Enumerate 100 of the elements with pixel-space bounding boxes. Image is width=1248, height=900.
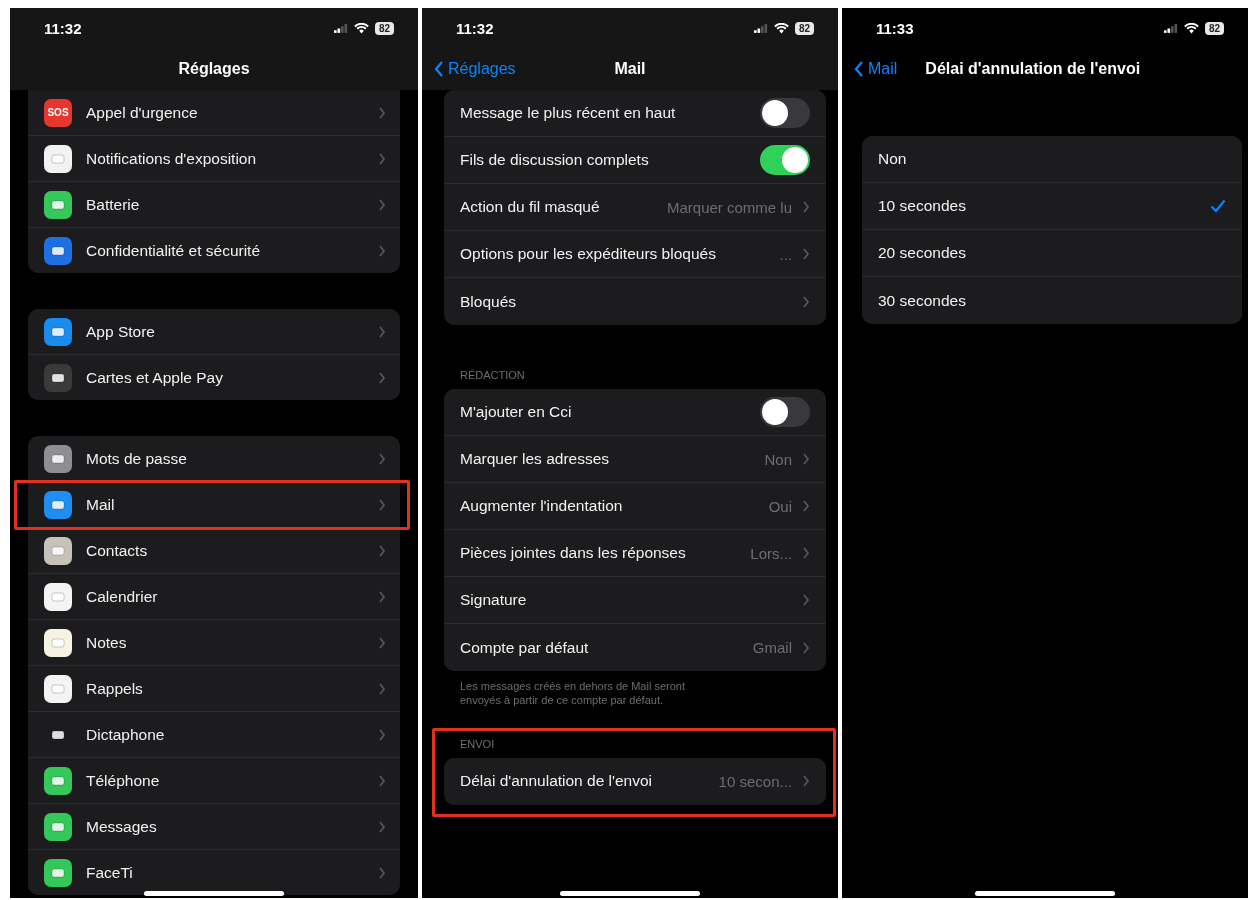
back-chevron-icon bbox=[854, 61, 864, 77]
row-label: Augmenter l'indentation bbox=[460, 497, 624, 515]
row-label: FaceTi bbox=[86, 863, 133, 882]
screen-title: Mail bbox=[614, 60, 646, 78]
signal-icon bbox=[333, 23, 348, 33]
option-label: 10 secondes bbox=[878, 197, 967, 215]
row-label: Messages bbox=[86, 817, 157, 836]
settings-row[interactable]: FaceTi bbox=[28, 850, 400, 895]
settings-row[interactable]: Mots de passe bbox=[28, 436, 400, 481]
settings-row[interactable]: Marquer les adresses Non bbox=[444, 436, 826, 483]
screen-title: Délai d'annulation de l'envoi bbox=[925, 60, 1141, 78]
option-row[interactable]: 30 secondes bbox=[862, 277, 1242, 324]
chevron-icon bbox=[378, 498, 386, 511]
row-value: Marquer comme lu bbox=[666, 198, 792, 216]
settings-row[interactable]: Confidentialité et sécurité bbox=[28, 228, 400, 273]
settings-row[interactable]: Signature bbox=[444, 577, 826, 624]
chevron-icon bbox=[378, 452, 386, 465]
settings-row[interactable]: Compte par défaut Gmail bbox=[444, 624, 826, 671]
option-row[interactable]: 20 secondes bbox=[862, 230, 1242, 277]
chevron-icon bbox=[378, 544, 386, 557]
option-row[interactable]: 10 secondes bbox=[862, 183, 1242, 230]
settings-row[interactable]: App Store bbox=[28, 309, 400, 354]
screen-title: Réglages bbox=[178, 60, 250, 78]
row-label: Cartes et Apple Pay bbox=[86, 368, 223, 387]
settings-row[interactable]: Messages bbox=[28, 804, 400, 849]
settings-row[interactable]: Mail bbox=[28, 482, 400, 527]
row-label: Bloqués bbox=[460, 292, 517, 311]
back-chevron-icon bbox=[434, 61, 444, 77]
row-label: Pièces jointes dans les réponses bbox=[460, 544, 687, 562]
back-button[interactable]: Réglages bbox=[432, 58, 518, 80]
settings-row[interactable]: Calendrier bbox=[28, 574, 400, 619]
status-time: 11:32 bbox=[44, 19, 82, 37]
settings-row[interactable]: Rappels bbox=[28, 666, 400, 711]
back-label: Réglages bbox=[448, 60, 516, 78]
toggle-switch[interactable] bbox=[760, 145, 810, 175]
settings-row[interactable]: SOS Appel d'urgence bbox=[28, 90, 400, 135]
signal-icon bbox=[753, 23, 768, 33]
option-row[interactable]: Non bbox=[862, 136, 1242, 183]
toggle-switch[interactable] bbox=[760, 98, 810, 128]
status-time: 11:32 bbox=[456, 19, 494, 37]
chevron-icon bbox=[378, 106, 386, 119]
settings-row[interactable]: Augmenter l'indentation Oui bbox=[444, 483, 826, 530]
option-label: Non bbox=[878, 150, 908, 168]
settings-row[interactable]: Délai d'annulation de l'envoi 10 secon... bbox=[444, 757, 826, 805]
chevron-icon bbox=[378, 866, 386, 879]
settings-row[interactable]: Action du fil masqué Marquer comme lu bbox=[444, 184, 826, 231]
app-icon: SOS bbox=[44, 98, 72, 127]
row-label: M'ajouter en Cci bbox=[460, 403, 573, 421]
row-value: Gmail bbox=[752, 639, 792, 656]
wifi-icon bbox=[773, 22, 789, 34]
row-label: Rappels bbox=[86, 679, 143, 698]
settings-row[interactable]: Cartes et Apple Pay bbox=[28, 355, 400, 400]
settings-row[interactable]: Téléphone bbox=[28, 758, 400, 803]
settings-row[interactable]: Pièces jointes dans les réponses Lors... bbox=[444, 530, 826, 577]
row-label: App Store bbox=[86, 322, 155, 341]
row-value: ... bbox=[779, 245, 792, 263]
toggle-switch[interactable] bbox=[760, 397, 810, 427]
section-footer: Les messages créés en dehors de Mail seront envoyés à partir de ce compte par défaut. bbox=[444, 671, 826, 708]
battery-indicator: 82 bbox=[1204, 21, 1224, 35]
settings-row[interactable]: Message le plus récent en haut bbox=[444, 90, 826, 137]
chevron-icon bbox=[802, 500, 810, 512]
settings-row[interactable]: Notifications d'exposition bbox=[28, 136, 400, 181]
back-button[interactable]: Mail bbox=[852, 58, 900, 80]
row-label: Appel d'urgence bbox=[86, 103, 198, 122]
chevron-icon bbox=[378, 198, 386, 211]
settings-row[interactable]: Batterie bbox=[28, 182, 400, 227]
settings-row[interactable]: Bloqués bbox=[444, 278, 826, 325]
row-label: Notifications d'exposition bbox=[86, 149, 257, 168]
battery-indicator: 82 bbox=[374, 21, 394, 35]
row-label: Signature bbox=[460, 591, 528, 609]
chevron-icon bbox=[378, 774, 386, 787]
row-label: Téléphone bbox=[86, 771, 160, 790]
wifi-icon bbox=[353, 22, 369, 34]
option-label: 30 secondes bbox=[878, 291, 967, 310]
row-label: Calendrier bbox=[86, 587, 158, 606]
row-value: Lors... bbox=[750, 544, 792, 562]
settings-row[interactable]: Options pour les expéditeurs bloqués ... bbox=[444, 231, 826, 278]
chevron-icon bbox=[378, 244, 386, 257]
chevron-icon bbox=[802, 248, 810, 260]
chevron-icon bbox=[802, 201, 810, 213]
row-label: Notes bbox=[86, 633, 127, 652]
settings-row[interactable]: M'ajouter en Cci bbox=[444, 389, 826, 436]
row-label: Délai d'annulation de l'envoi bbox=[460, 772, 654, 791]
settings-row[interactable]: Dictaphone bbox=[28, 712, 400, 757]
chevron-icon bbox=[378, 590, 386, 603]
chevron-icon bbox=[802, 641, 810, 654]
wifi-icon bbox=[1183, 22, 1199, 34]
status-time: 11:33 bbox=[876, 19, 914, 37]
battery-indicator: 82 bbox=[794, 21, 814, 35]
chevron-icon bbox=[802, 295, 810, 308]
signal-icon bbox=[1163, 23, 1178, 33]
chevron-icon bbox=[378, 636, 386, 649]
settings-row[interactable]: Fils de discussion complets bbox=[444, 137, 826, 184]
chevron-icon bbox=[802, 775, 810, 788]
row-label: Action du fil masqué bbox=[460, 198, 601, 216]
settings-row[interactable]: Contacts bbox=[28, 528, 400, 573]
settings-row[interactable]: Notes bbox=[28, 620, 400, 665]
row-value: Non bbox=[764, 450, 792, 468]
chevron-icon bbox=[378, 682, 386, 695]
row-label: Message le plus récent en haut bbox=[460, 104, 677, 122]
